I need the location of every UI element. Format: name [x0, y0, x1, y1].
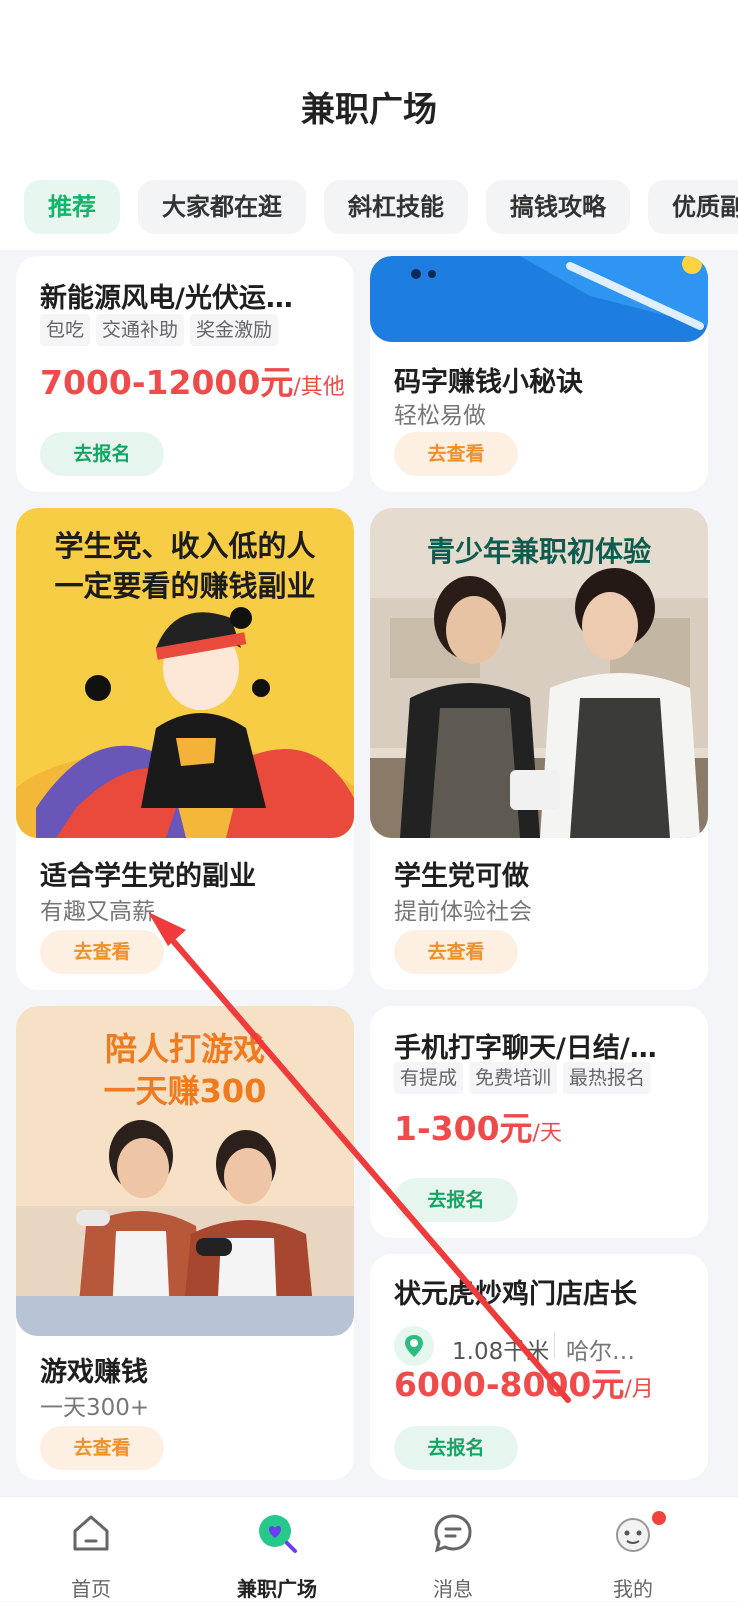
nav-label: 兼职广场	[237, 1577, 317, 1601]
notification-dot	[652, 1511, 666, 1525]
message-icon	[434, 1514, 472, 1553]
nav-label: 首页	[71, 1577, 111, 1601]
bottom-nav: 首页 兼职广场 消息 我的	[0, 1496, 738, 1601]
nav-profile[interactable]: 我的	[578, 1497, 688, 1601]
nav-messages[interactable]: 消息	[398, 1497, 508, 1601]
nav-home[interactable]: 首页	[36, 1497, 146, 1601]
home-icon	[73, 1515, 109, 1551]
profile-icon	[616, 1518, 650, 1552]
search-heart-icon	[259, 1515, 297, 1553]
annotation-arrow	[148, 912, 571, 1403]
nav-label: 我的	[613, 1577, 653, 1601]
nav-label: 消息	[433, 1577, 473, 1601]
nav-job-square[interactable]: 兼职广场	[222, 1497, 332, 1601]
